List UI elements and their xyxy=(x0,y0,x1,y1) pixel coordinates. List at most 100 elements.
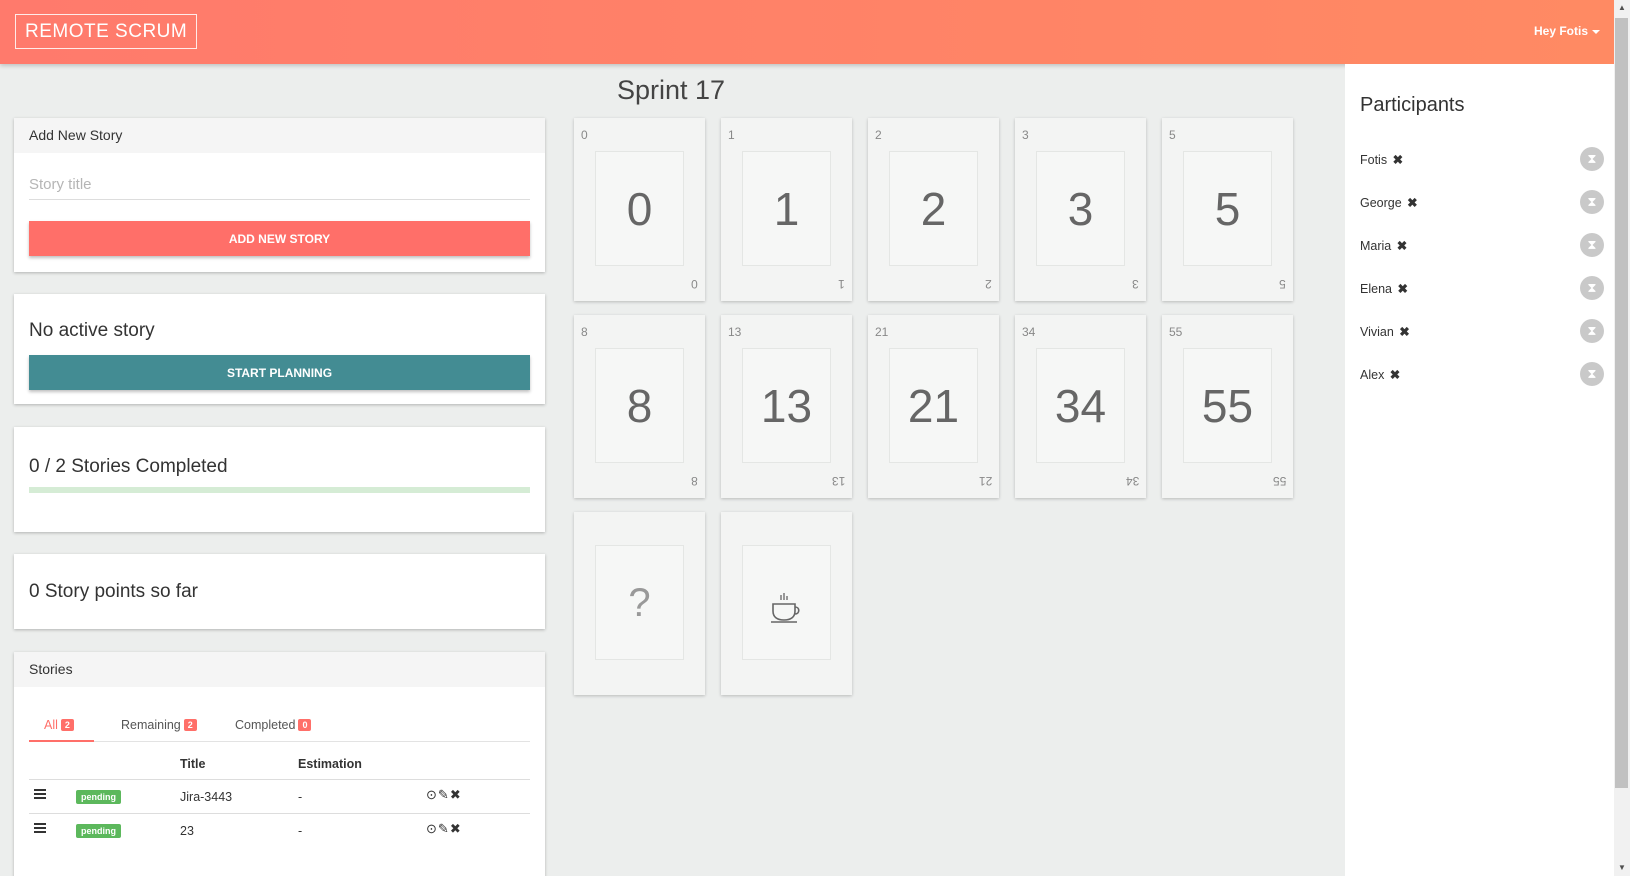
card-corner-top: 21 xyxy=(875,325,889,339)
participant-name: Fotis xyxy=(1360,153,1388,167)
card-corner-top: 0 xyxy=(581,128,588,142)
remove-participant-icon[interactable]: ✖ xyxy=(1393,239,1407,253)
estimate-card-5[interactable]: 5 5 5 xyxy=(1162,118,1293,301)
card-corner-top: 5 xyxy=(1169,128,1176,142)
hourglass-icon: ⧗ xyxy=(1580,276,1604,300)
card-corner-top: 8 xyxy=(581,325,588,339)
scroll-up-arrow-icon[interactable]: ▲ xyxy=(1614,0,1630,16)
estimate-card-coffee[interactable] xyxy=(721,512,852,695)
card-face: 34 xyxy=(1036,348,1125,463)
hourglass-icon: ⧗ xyxy=(1580,147,1604,171)
participants-title: Participants xyxy=(1360,94,1465,116)
play-circle-icon[interactable]: ⊙ xyxy=(426,787,438,802)
estimate-card-3[interactable]: 3 3 3 xyxy=(1015,118,1146,301)
status-badge: pending xyxy=(76,824,121,838)
card-corner-bottom: 8 xyxy=(691,474,698,488)
tab-remaining[interactable]: Remaining 2 xyxy=(121,718,197,732)
active-story-panel: No active story START PLANNING xyxy=(14,294,545,404)
table-row: pending Jira-3443 - ⊙✎✖ xyxy=(29,779,530,813)
estimate-card-1[interactable]: 1 1 1 xyxy=(721,118,852,301)
table-row: pending 23 - ⊙✎✖ xyxy=(29,813,530,847)
tab-all[interactable]: All 2 xyxy=(44,718,74,732)
tab-all-label: All xyxy=(44,718,58,732)
card-face: 3 xyxy=(1036,151,1125,266)
scroll-down-arrow-icon[interactable]: ▼ xyxy=(1614,860,1630,876)
stories-progress-bar xyxy=(29,487,530,493)
card-corner-bottom: 55 xyxy=(1272,474,1286,488)
remove-participant-icon[interactable]: ✖ xyxy=(1389,153,1403,167)
start-planning-button[interactable]: START PLANNING xyxy=(29,355,530,390)
estimate-card-8[interactable]: 8 8 8 xyxy=(574,315,705,498)
delete-icon[interactable]: ✖ xyxy=(450,787,462,802)
tab-completed[interactable]: Completed 0 xyxy=(235,718,312,732)
scrollbar-thumb[interactable] xyxy=(1615,18,1628,788)
stories-completed-panel: 0 / 2 Stories Completed xyxy=(14,427,545,532)
card-face: 13 xyxy=(742,348,831,463)
user-greeting: Hey Fotis xyxy=(1533,24,1588,38)
stories-completed-text: 0 / 2 Stories Completed xyxy=(29,456,228,477)
list-icon[interactable] xyxy=(34,789,46,801)
delete-icon[interactable]: ✖ xyxy=(450,821,462,836)
page-scrollbar[interactable]: ▲ ▼ xyxy=(1614,0,1630,876)
list-icon[interactable] xyxy=(34,823,46,835)
participant-name: Maria xyxy=(1360,239,1392,253)
remove-participant-icon[interactable]: ✖ xyxy=(1404,196,1417,210)
card-corner-bottom: 34 xyxy=(1125,474,1139,488)
stories-tabs: All 2 Remaining 2 Completed 0 xyxy=(29,712,530,742)
row-actions: ⊙✎✖ xyxy=(426,821,462,837)
estimate-card-21[interactable]: 21 21 21 xyxy=(868,315,999,498)
card-corner-top: 13 xyxy=(728,325,742,339)
active-tab-indicator xyxy=(29,740,94,742)
sprint-title: Sprint 17 xyxy=(617,75,726,105)
estimate-card-34[interactable]: 34 34 34 xyxy=(1015,315,1146,498)
edit-icon[interactable]: ✎ xyxy=(438,821,450,836)
hourglass-icon: ⧗ xyxy=(1580,319,1604,343)
participant-item: Maria ✖ ⧗ xyxy=(1360,233,1604,257)
story-points-panel: 0 Story points so far xyxy=(14,554,545,629)
card-corner-top: 1 xyxy=(728,128,735,142)
participants-sidebar: Participants Fotis ✖ ⧗ George ✖ ⧗ Maria … xyxy=(1345,64,1614,876)
card-face: 1 xyxy=(742,151,831,266)
card-face: ? xyxy=(595,545,684,660)
status-badge: pending xyxy=(76,790,121,804)
tab-completed-count: 0 xyxy=(298,719,312,731)
story-estimation: - xyxy=(298,824,303,838)
active-story-text: No active story xyxy=(29,320,155,341)
card-face: 8 xyxy=(595,348,684,463)
app-logo[interactable]: REMOTE SCRUM xyxy=(15,14,198,49)
card-corner-bottom: 3 xyxy=(1132,277,1139,291)
card-corner-bottom: 13 xyxy=(831,474,845,488)
estimate-card-2[interactable]: 2 2 2 xyxy=(868,118,999,301)
card-corner-bottom: 1 xyxy=(838,277,845,291)
card-corner-top: 34 xyxy=(1022,325,1036,339)
add-new-story-button[interactable]: ADD NEW STORY xyxy=(29,221,530,256)
tab-remaining-count: 2 xyxy=(183,719,197,731)
participant-item: Alex ✖ ⧗ xyxy=(1360,362,1604,386)
user-menu[interactable]: Hey Fotis xyxy=(1534,24,1600,38)
play-circle-icon[interactable]: ⊙ xyxy=(426,821,438,836)
card-corner-top: 2 xyxy=(875,128,882,142)
story-title: 23 xyxy=(180,824,194,838)
tab-all-count: 2 xyxy=(60,719,74,731)
estimate-card-55[interactable]: 55 55 55 xyxy=(1162,315,1293,498)
card-corner-bottom: 21 xyxy=(978,474,992,488)
edit-icon[interactable]: ✎ xyxy=(438,787,450,802)
estimate-card-question[interactable]: ? xyxy=(574,512,705,695)
estimate-card-0[interactable]: 0 0 0 xyxy=(574,118,705,301)
story-estimation: - xyxy=(298,790,303,804)
story-title-input[interactable] xyxy=(29,170,530,200)
card-corner-top: 3 xyxy=(1022,128,1029,142)
estimate-card-13[interactable]: 13 13 13 xyxy=(721,315,852,498)
hourglass-icon: ⧗ xyxy=(1580,233,1604,257)
remove-participant-icon[interactable]: ✖ xyxy=(1396,325,1409,339)
hourglass-icon: ⧗ xyxy=(1580,362,1604,386)
card-corner-bottom: 2 xyxy=(985,277,992,291)
tab-remaining-label: Remaining xyxy=(121,718,181,732)
top-navbar: REMOTE SCRUM Hey Fotis xyxy=(0,0,1614,64)
tab-completed-label: Completed xyxy=(235,718,296,732)
card-corner-bottom: 0 xyxy=(691,277,698,291)
card-face: 55 xyxy=(1183,348,1272,463)
participant-name: George xyxy=(1360,196,1402,210)
remove-participant-icon[interactable]: ✖ xyxy=(1386,368,1400,382)
remove-participant-icon[interactable]: ✖ xyxy=(1394,282,1407,296)
